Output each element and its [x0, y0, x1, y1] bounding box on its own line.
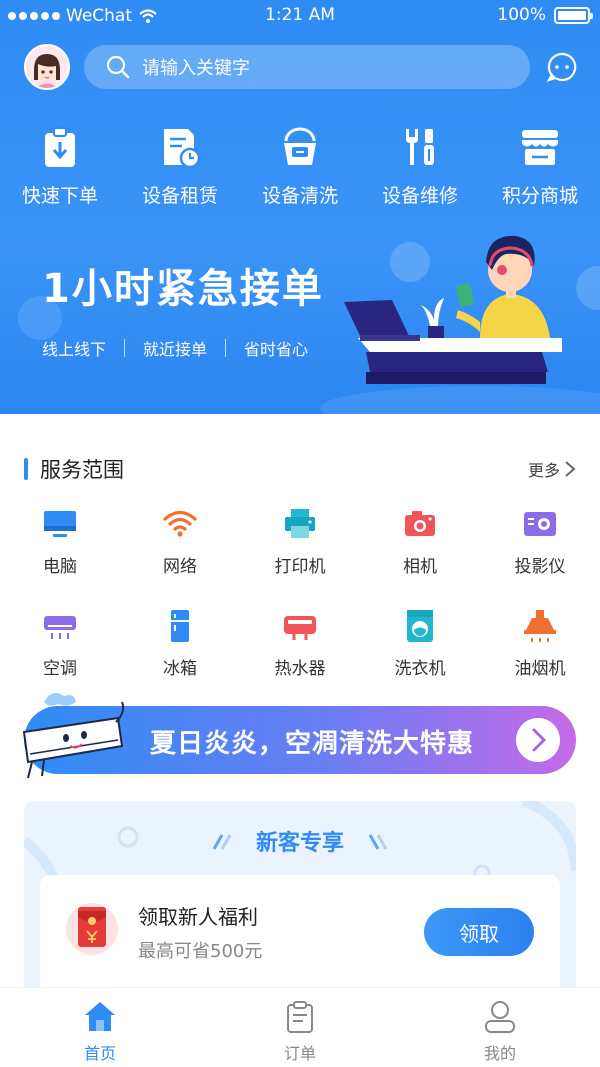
- tab-orders[interactable]: 订单: [200, 988, 400, 1067]
- service-item-range-hood[interactable]: 油烟机: [480, 608, 600, 710]
- decor-slash-icon: [368, 834, 388, 850]
- section-accent-bar: [24, 458, 28, 480]
- order-clipboard-icon: [287, 1001, 313, 1033]
- service-item-projector[interactable]: 投影仪: [480, 506, 600, 608]
- service-item-network[interactable]: 网络: [120, 506, 240, 608]
- service-label: 投影仪: [514, 557, 566, 577]
- promo-banner[interactable]: 夏日炎炎，空凋清洗大特惠: [22, 693, 576, 779]
- service-item-camera[interactable]: 相机: [360, 506, 480, 608]
- printer-icon: [285, 509, 315, 538]
- quick-actions: 快速下单 设备租赁 设备清洗 设备维修 积分商城: [0, 125, 600, 208]
- monitor-icon: [44, 511, 76, 537]
- banner-tags: 线上线下 就近接单 省时省心: [42, 336, 308, 360]
- service-label: 网络: [163, 557, 197, 577]
- offer-subtitle: 最高可省500元: [138, 941, 263, 962]
- tab-home[interactable]: 首页: [0, 988, 200, 1067]
- service-label: 热水器: [274, 659, 326, 679]
- banner-tag: 就近接单: [143, 340, 208, 359]
- quick-action-label: 积分商城: [501, 185, 578, 207]
- washing-machine-icon: [407, 610, 433, 642]
- tab-bar: 首页 订单 我的: [0, 987, 600, 1067]
- service-item-water-heater[interactable]: 热水器: [240, 608, 360, 710]
- quick-action-rental[interactable]: 设备租赁: [120, 125, 240, 208]
- service-label: 电脑: [43, 557, 77, 577]
- battery-percent: 100%: [497, 5, 546, 25]
- service-item-computer[interactable]: 电脑: [0, 506, 120, 608]
- service-label: 打印机: [274, 557, 326, 577]
- quick-action-fast-order[interactable]: 快速下单: [0, 125, 120, 208]
- quick-action-label: 设备租赁: [141, 185, 218, 207]
- offer-title: 领取新人福利: [138, 905, 258, 929]
- water-heater-icon: [284, 616, 316, 640]
- new-customer-title: 新客专享: [255, 831, 344, 856]
- clipboard-download-icon: [45, 127, 75, 167]
- chevron-right-icon: [565, 461, 576, 477]
- tab-label: 首页: [83, 1044, 116, 1063]
- main-content: 服务范围 更多 电脑 网络 打印机 相机 投影仪 空调 冰箱 热水器 洗衣机 油…: [0, 414, 600, 1001]
- new-customer-section: 新客专享 领取新人福利 最高可省500元 领取: [24, 801, 576, 1001]
- new-customer-offer-card: 领取新人福利 最高可省500元 领取: [40, 875, 560, 1001]
- services-grid: 电脑 网络 打印机 相机 投影仪 空调 冰箱 热水器 洗衣机 油烟机: [0, 506, 600, 710]
- arrow-right-button-icon[interactable]: [516, 718, 560, 762]
- divider: [124, 339, 126, 357]
- header-area: WeChat 1:21 AM 100% 请输入关键字 快速下单 设备租赁 设备清…: [0, 0, 600, 414]
- projector-icon: [524, 512, 556, 536]
- bucket-icon: [284, 127, 316, 165]
- service-label: 冰箱: [163, 659, 197, 679]
- red-envelope-icon: [66, 903, 118, 955]
- document-clock-icon: [164, 129, 201, 169]
- tab-profile[interactable]: 我的: [400, 988, 600, 1067]
- message-icon[interactable]: [546, 51, 578, 83]
- search-icon: [106, 55, 130, 79]
- tab-label: 我的: [483, 1044, 516, 1063]
- services-header: 服务范围 更多: [24, 454, 576, 484]
- battery-icon: [554, 6, 593, 24]
- search-input[interactable]: 请输入关键字: [84, 45, 530, 89]
- banner-tag: 线上线下: [42, 340, 107, 359]
- search-placeholder: 请输入关键字: [142, 58, 250, 79]
- banner-tag: 省时省心: [244, 340, 309, 359]
- service-item-printer[interactable]: 打印机: [240, 506, 360, 608]
- divider: [225, 339, 227, 357]
- promo-text: 夏日炎炎，空凋清洗大特惠: [150, 729, 475, 759]
- banner-title: 1小时紧急接单: [42, 266, 324, 312]
- service-item-washing-machine[interactable]: 洗衣机: [360, 608, 480, 710]
- user-icon: [485, 1001, 515, 1033]
- wifi-icon: [163, 510, 197, 537]
- avatar[interactable]: [24, 44, 70, 90]
- quick-action-cleaning[interactable]: 设备清洗: [240, 125, 360, 208]
- services-title: 服务范围: [40, 458, 124, 482]
- quick-action-label: 设备维修: [381, 185, 458, 207]
- service-label: 空调: [43, 659, 77, 679]
- fridge-icon: [171, 610, 189, 642]
- tools-icon: [406, 129, 434, 165]
- customer-service-illustration: [344, 235, 562, 384]
- more-link[interactable]: 更多: [528, 457, 576, 481]
- service-label: 洗衣机: [394, 659, 446, 679]
- air-conditioner-icon: [44, 616, 76, 639]
- air-conditioner-mascot-icon: [22, 693, 125, 779]
- claim-button[interactable]: 领取: [424, 908, 534, 956]
- camera-icon: [405, 511, 435, 536]
- range-hood-icon: [524, 610, 556, 642]
- store-icon: [522, 130, 558, 165]
- service-label: 油烟机: [514, 659, 566, 679]
- quick-action-label: 快速下单: [21, 185, 98, 207]
- service-label: 相机: [403, 557, 437, 577]
- home-icon: [85, 1002, 115, 1031]
- tab-label: 订单: [283, 1044, 316, 1063]
- quick-action-label: 设备清洗: [261, 185, 338, 207]
- status-bar: WeChat 1:21 AM 100%: [0, 0, 600, 32]
- quick-action-repair[interactable]: 设备维修: [360, 125, 480, 208]
- more-label: 更多: [527, 461, 560, 480]
- quick-action-store[interactable]: 积分商城: [480, 125, 600, 208]
